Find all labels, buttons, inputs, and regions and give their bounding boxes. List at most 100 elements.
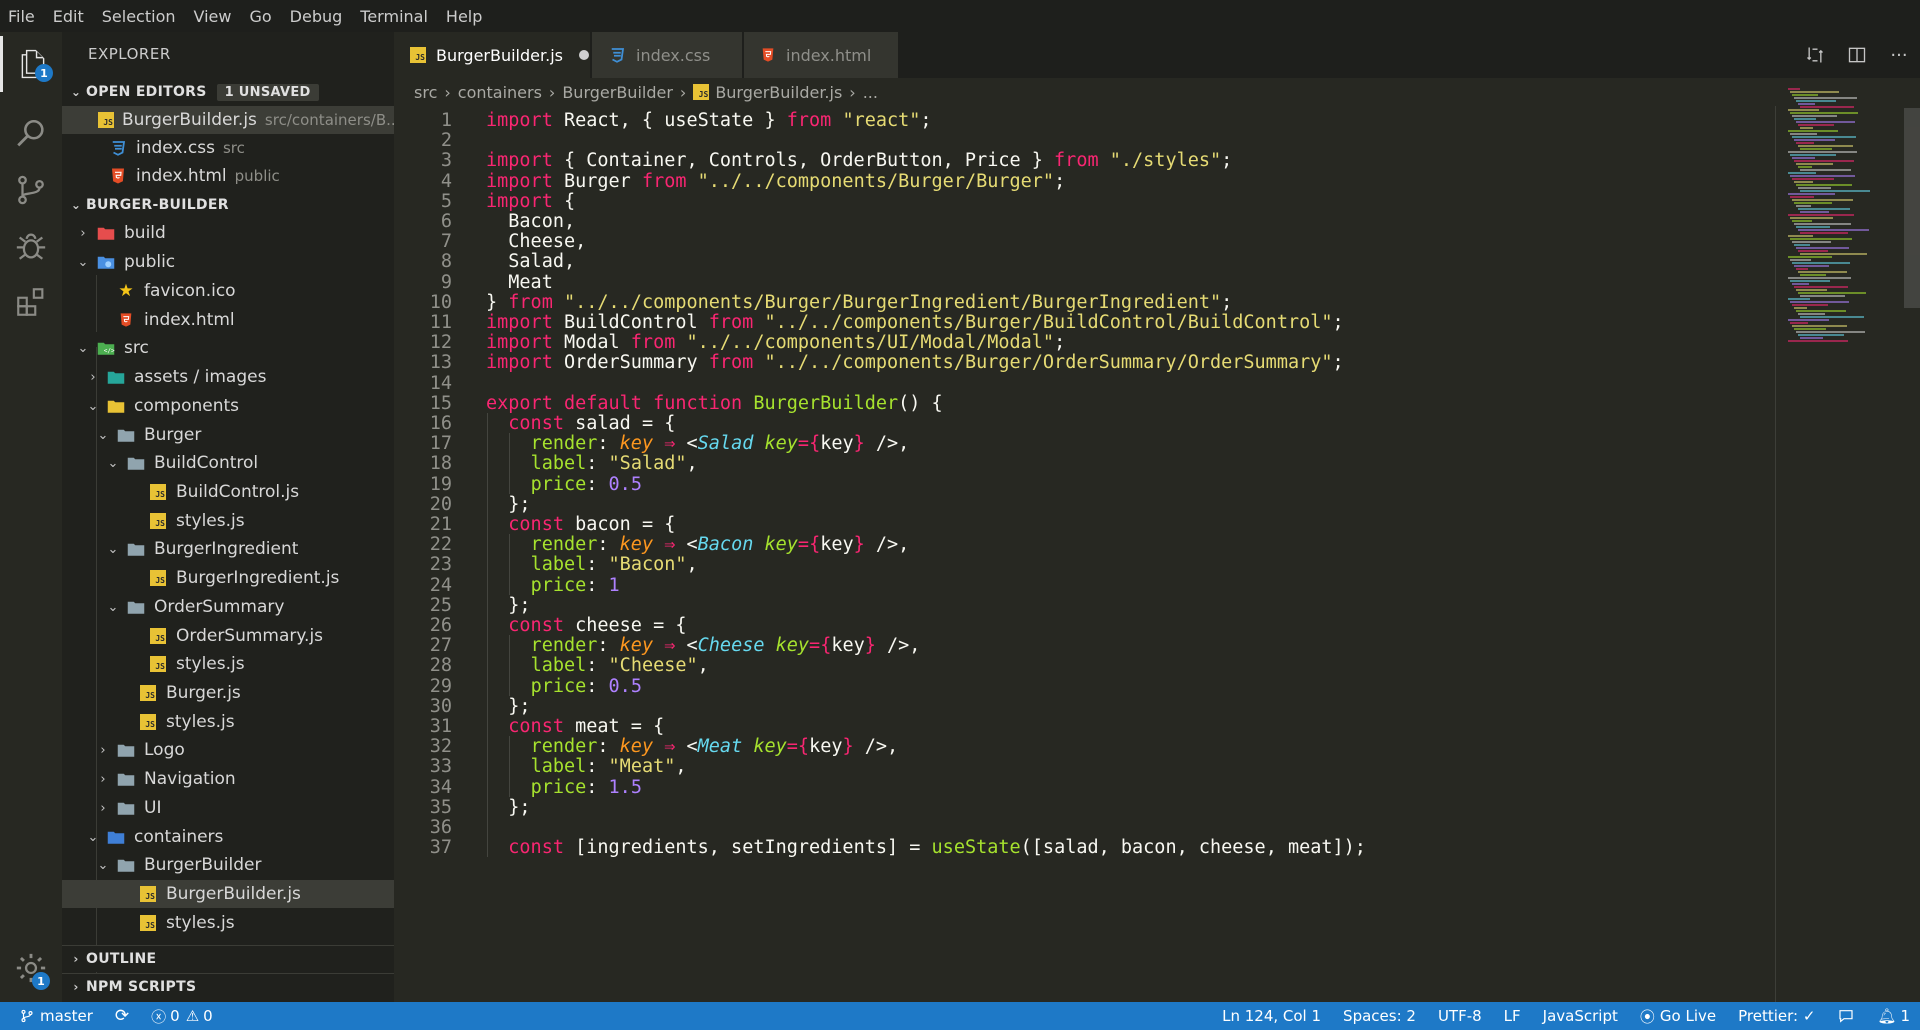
sync-button[interactable]: ⟳ [115, 1006, 129, 1026]
vertical-scrollbar[interactable] [1904, 108, 1920, 308]
code-line: } from "../../components/Burger/BurgerIn… [486, 291, 1233, 313]
tree-label: styles.js [176, 511, 245, 531]
open-editors-header[interactable]: ⌄ OPEN EDITORS 1 UNSAVED [62, 79, 394, 105]
notifications-button[interactable]: 🔔︎ 1 [1877, 1007, 1910, 1025]
folder-containers-icon [106, 828, 126, 846]
minimap-line [1796, 310, 1846, 312]
minimap-line [1792, 178, 1834, 180]
open-editor-item[interactable]: index.css src [62, 134, 394, 162]
cursor-position[interactable]: Ln 124, Col 1 [1222, 1007, 1321, 1025]
prettier-status[interactable]: Prettier: ✓ [1738, 1007, 1815, 1025]
problems-status[interactable]: ⓧ 0 ⚠ 0 [151, 1006, 213, 1027]
go-live-button[interactable]: ⦿ Go Live [1640, 1006, 1716, 1027]
language-mode[interactable]: JavaScript [1543, 1007, 1618, 1025]
tree-file[interactable]: JS styles.js [62, 909, 394, 937]
split-editor-button[interactable] [1836, 45, 1878, 65]
more-actions-button[interactable]: ··· [1878, 45, 1920, 66]
tree-file[interactable]: JS OrderSummary.js [62, 622, 394, 650]
code-line: render: key ⇒ <Bacon key={key} />, [530, 534, 910, 556]
breadcrumb-item[interactable]: BurgerBuilder.js [715, 83, 842, 102]
tree-file[interactable]: ★ favicon.ico [62, 277, 394, 305]
line-number: 32 [429, 736, 452, 758]
tab-index-html[interactable]: index.html [744, 32, 898, 78]
tree-folder[interactable]: ⌄ components [62, 392, 394, 420]
code-line: Cheese, [486, 231, 587, 253]
tree-file[interactable]: JS Burger.js [62, 679, 394, 707]
minimap-line [1794, 160, 1854, 162]
code-editor[interactable]: 1 import React, { useState } from "react"… [394, 106, 1794, 1002]
menu-edit[interactable]: Edit [53, 7, 93, 26]
npm-scripts-header[interactable]: › NPM SCRIPTS [62, 973, 394, 1000]
breadcrumb-item[interactable]: ... [863, 83, 878, 102]
tree-label: BurgerIngredient [154, 539, 299, 559]
search-activity[interactable] [0, 106, 62, 162]
code-line: import OrderSummary from "../../componen… [486, 352, 1344, 374]
explorer-activity[interactable]: 1 [0, 36, 62, 92]
chevron-down-icon: ⌄ [87, 398, 99, 414]
branch-status[interactable]: master [20, 1007, 93, 1025]
tree-folder[interactable]: ⌄ BurgerBuilder [62, 851, 394, 879]
menu-help[interactable]: Help [446, 7, 491, 26]
unsaved-dot-icon[interactable] [578, 50, 589, 60]
line-number: 18 [429, 453, 452, 475]
tree-file[interactable]: JS BurgerIngredient.js [62, 564, 394, 592]
tree-folder[interactable]: ⌄ BurgerIngredient [62, 535, 394, 563]
tree-folder[interactable]: ⌄ </> src [62, 334, 394, 362]
line-number: 17 [429, 433, 452, 455]
menu-terminal[interactable]: Terminal [360, 7, 437, 26]
tree-folder[interactable]: ⌄ public [62, 248, 394, 276]
manage-activity[interactable]: 1 [0, 940, 62, 996]
html-file-icon [760, 46, 776, 64]
outline-header[interactable]: › OUTLINE [62, 945, 394, 972]
minimap-line [1788, 277, 1851, 279]
open-editor-item[interactable]: JS BurgerBuilder.js src/containers/B... [62, 106, 394, 134]
encoding-status[interactable]: UTF-8 [1438, 1007, 1482, 1025]
minimap-line [1800, 337, 1823, 339]
tree-folder[interactable]: › Logo [62, 736, 394, 764]
tree-folder[interactable]: ⌄ OrderSummary [62, 593, 394, 621]
menu-debug[interactable]: Debug [290, 7, 352, 26]
line-number: 36 [429, 817, 452, 838]
minimap-line [1800, 169, 1851, 171]
eol-status[interactable]: LF [1504, 1007, 1521, 1025]
menu-view[interactable]: View [194, 7, 241, 26]
breadcrumb: src › containers › BurgerBuilder › JS Bu… [414, 80, 878, 104]
extensions-activity[interactable] [0, 274, 62, 330]
menu-selection[interactable]: Selection [102, 7, 185, 26]
tree-file[interactable]: index.html [62, 306, 394, 334]
source-control-activity[interactable] [0, 162, 62, 218]
tree-folder[interactable]: ⌄ BuildControl [62, 449, 394, 477]
breadcrumb-item[interactable]: containers [458, 83, 542, 102]
tree-file[interactable]: JS styles.js [62, 507, 394, 535]
tab-burgerbuilder-js[interactable]: JS BurgerBuilder.js [394, 32, 590, 78]
indentation-status[interactable]: Spaces: 2 [1343, 1007, 1416, 1025]
chevron-down-icon: ⌄ [87, 829, 99, 845]
tree-file[interactable]: JS styles.js [62, 650, 394, 678]
minimap-line [1790, 301, 1849, 303]
minimap[interactable] [1788, 88, 1898, 388]
menu-go[interactable]: Go [249, 7, 280, 26]
tree-label: containers [134, 827, 224, 847]
svg-text:</>: </> [104, 348, 115, 355]
code-line: render: key ⇒ <Salad key={key} />, [530, 433, 910, 455]
tree-file[interactable]: JS BuildControl.js [62, 478, 394, 506]
feedback-button[interactable] [1837, 1008, 1855, 1024]
project-header[interactable]: ⌄ BURGER-BUILDER [62, 192, 394, 218]
open-editor-item[interactable]: index.html public [62, 162, 394, 190]
tree-folder[interactable]: ⌄ Burger [62, 421, 394, 449]
bell-icon: 🔔︎ [1877, 1007, 1897, 1025]
tree-folder[interactable]: › Navigation [62, 765, 394, 793]
tree-file[interactable]: JS styles.js [62, 708, 394, 736]
tab-index-css[interactable]: index.css [592, 32, 742, 78]
tree-folder[interactable]: › UI [62, 794, 394, 822]
compare-changes-button[interactable] [1794, 45, 1836, 65]
tree-folder[interactable]: › build [62, 219, 394, 247]
breadcrumb-item[interactable]: BurgerBuilder [562, 83, 673, 102]
debug-activity[interactable] [0, 218, 62, 274]
tree-folder[interactable]: › assets / images [62, 363, 394, 391]
tree-folder[interactable]: ⌄ containers [62, 823, 394, 851]
breadcrumb-item[interactable]: src [414, 83, 437, 102]
error-count: 0 [170, 1007, 180, 1025]
tree-file-active[interactable]: JS BurgerBuilder.js [62, 880, 394, 908]
menu-file[interactable]: File [8, 7, 44, 26]
